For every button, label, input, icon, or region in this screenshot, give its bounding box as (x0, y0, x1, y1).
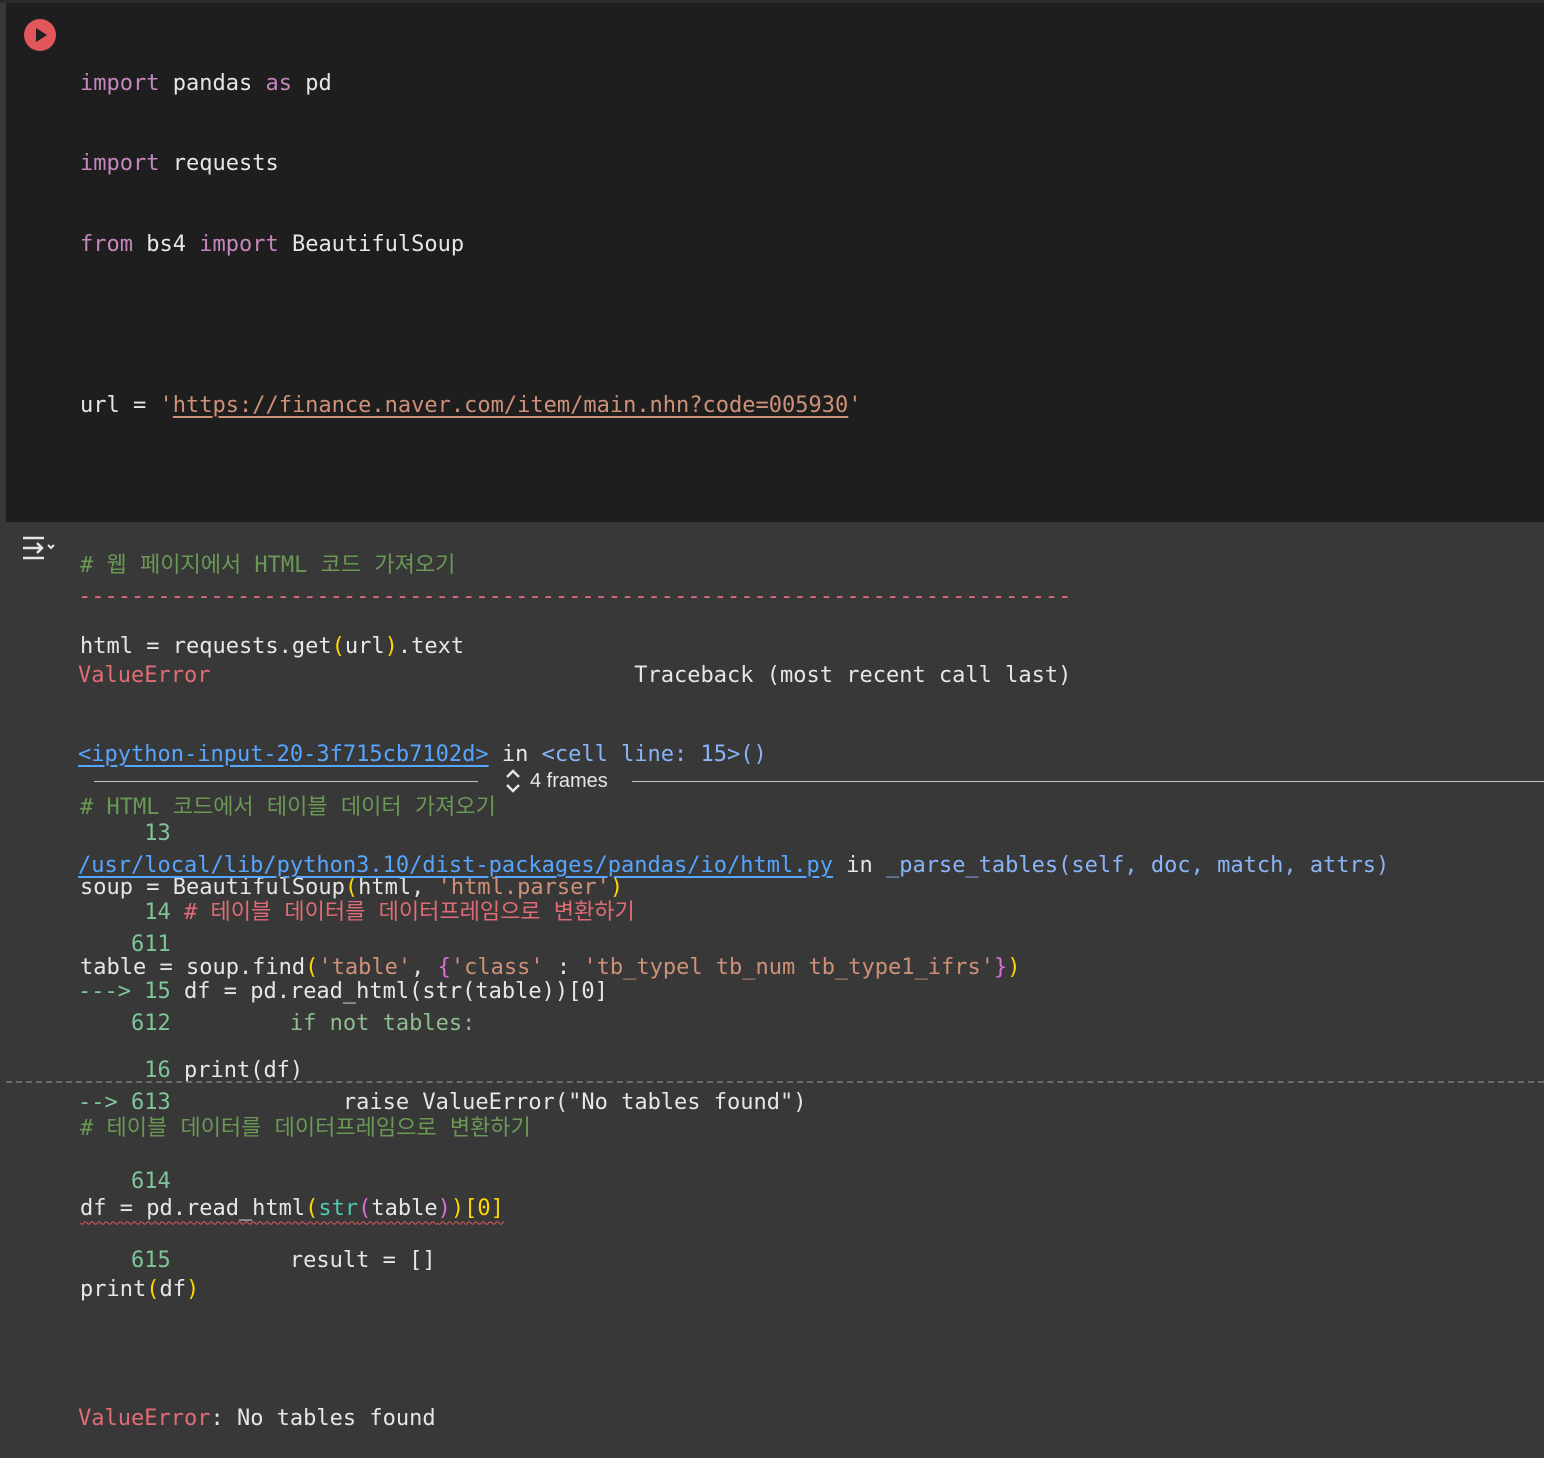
code-line-3: from bs4 import BeautifulSoup (80, 230, 1020, 260)
cell-bottom-border (6, 1081, 1544, 1083)
frame2-line: 614 (78, 1167, 1389, 1196)
code-cell[interactable]: import pandas as pd import requests from… (6, 3, 1544, 1302)
header-spacer (210, 663, 634, 688)
keyword: import (199, 231, 279, 257)
code-text: url = (80, 392, 160, 418)
code-text: BeautifulSoup (278, 231, 465, 257)
frame1-source-link[interactable]: <ipython-input-20-3f715cb7102d> (78, 742, 489, 767)
code-text: pandas (159, 71, 266, 96)
frame2-header: /usr/local/lib/python3.10/dist-packages/… (78, 851, 1389, 880)
output-toggle-icon[interactable] (20, 534, 56, 568)
frame1-header: <ipython-input-20-3f715cb7102d> in <cell… (78, 740, 1071, 769)
line-number: 614 (78, 1169, 171, 1194)
frame2-line: 612 if not tables: (78, 1009, 1389, 1038)
frame2-line-current: --> 613 raise ValueError("No tables foun… (78, 1088, 1389, 1117)
string-quote: ' (848, 392, 862, 418)
frame2-line: 611 (78, 930, 1389, 959)
string-quote: ' (159, 392, 173, 418)
line-number: 615 (78, 1248, 171, 1273)
code-line-2: import requests (80, 149, 1020, 179)
final-error-line: ValueError: No tables found (78, 1404, 1389, 1433)
url-string-link[interactable]: https://finance.naver.com/item/main.nhn?… (173, 393, 849, 418)
play-icon (36, 28, 47, 42)
run-cell-button[interactable] (24, 19, 56, 51)
code-line-1: import pandas as pd (80, 69, 1020, 99)
line-number: 611 (78, 932, 171, 957)
traceback-header-line: ValueError Traceback (most recent call l… (78, 661, 1071, 690)
expand-frames-button[interactable]: 4 frames (500, 766, 608, 796)
keyword: from (80, 231, 133, 257)
line-number: 612 (78, 1011, 171, 1036)
cell-output-continued: /usr/local/lib/python3.10/dist-packages/… (78, 801, 1389, 1458)
code-text: pd (291, 71, 332, 96)
code-text: bs4 (132, 231, 200, 257)
keyword: as (265, 71, 292, 96)
code-line-5: url = 'https://finance.naver.com/item/ma… (80, 391, 1020, 421)
error-name: ValueError (78, 663, 211, 688)
in-text: in (832, 853, 886, 878)
code-text: requests (159, 151, 279, 177)
traceback-header: Traceback (most recent call last) (634, 663, 1072, 688)
frames-label: 4 frames (530, 769, 608, 792)
final-error-name: ValueError (78, 1406, 211, 1431)
frame2-source-link[interactable]: /usr/local/lib/python3.10/dist-packages/… (78, 853, 833, 878)
traceback-separator: ----------------------------------------… (78, 584, 1072, 609)
in-text: in (488, 742, 542, 767)
frame2-function: _parse_tables(self, doc, match, attrs) (885, 853, 1390, 878)
frame-code: result = [] (183, 1248, 436, 1273)
keyword: import (80, 71, 160, 96)
divider (632, 781, 1544, 782)
frame1-location: <cell line: 15>() (541, 742, 767, 767)
collapsed-frames-row: 4 frames (0, 766, 1544, 796)
divider (94, 781, 478, 782)
keyword: import (80, 151, 160, 177)
frame-code: if not tables: (183, 1011, 476, 1036)
final-error-message: : No tables found (210, 1406, 436, 1431)
unfold-icon (506, 769, 520, 793)
frame2-line: 615 result = [] (78, 1246, 1389, 1275)
